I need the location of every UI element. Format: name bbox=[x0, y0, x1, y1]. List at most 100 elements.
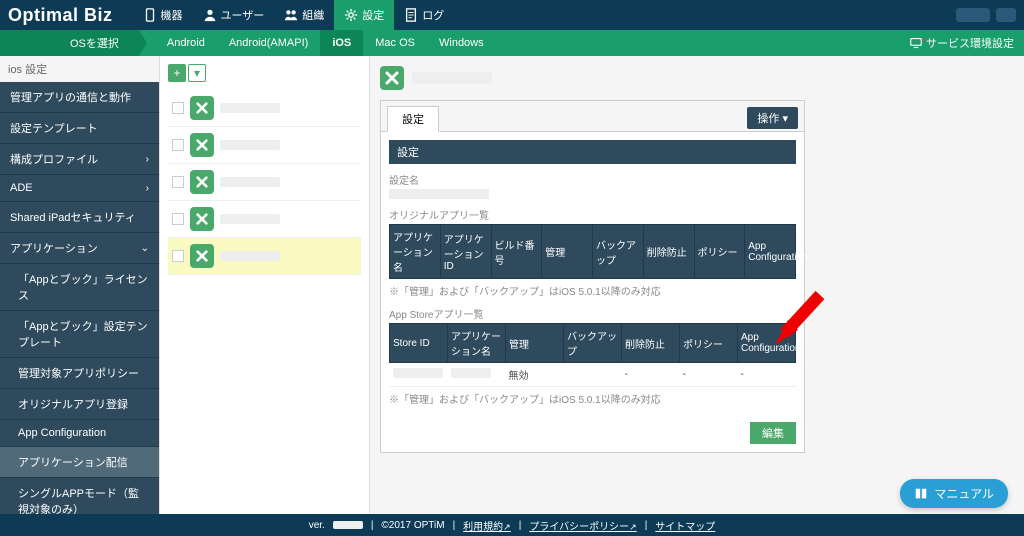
panel-title: 設定 bbox=[389, 140, 796, 164]
book-icon bbox=[914, 487, 928, 501]
sidebar-title: ios 設定 bbox=[0, 56, 159, 82]
profile-checkbox[interactable] bbox=[172, 139, 184, 151]
setting-name-label: 設定名 bbox=[389, 172, 796, 187]
footer: ver. | ©2017 OPTiM | 利用規約 | プライバシーポリシー |… bbox=[0, 514, 1024, 536]
nav-log[interactable]: ログ bbox=[394, 0, 454, 30]
profile-list-column: + ▾ bbox=[160, 56, 370, 514]
service-settings-link[interactable]: サービス環境設定 bbox=[910, 35, 1024, 51]
nav-device[interactable]: 機器 bbox=[133, 0, 193, 30]
nav-user[interactable]: ユーザー bbox=[193, 0, 275, 30]
panel-tab-bar: 設定 操作 ▾ bbox=[381, 101, 804, 132]
footer-privacy-link[interactable]: プライバシーポリシー bbox=[529, 518, 636, 533]
original-apps-title: オリジナルアプリ一覧 bbox=[389, 207, 796, 222]
operations-button[interactable]: 操作 ▾ bbox=[747, 107, 798, 129]
sidebar: ios 設定 管理アプリの通信と動作設定テンプレート構成プロファイル›ADE›S… bbox=[0, 56, 160, 514]
col-header: 管理 bbox=[542, 225, 593, 279]
profile-checkbox[interactable] bbox=[172, 250, 184, 262]
app-name-cell bbox=[451, 368, 491, 378]
nav-gear[interactable]: 設定 bbox=[334, 0, 394, 30]
app-icon bbox=[380, 66, 404, 90]
col-header: ポリシー bbox=[694, 225, 745, 279]
col-header: 削除防止 bbox=[643, 225, 694, 279]
top-nav: 機器ユーザー組織設定ログ bbox=[133, 0, 455, 30]
sidebar-item[interactable]: シングルAPPモード（監視対象のみ） bbox=[0, 478, 159, 514]
edit-button[interactable]: 編集 bbox=[750, 422, 796, 444]
profile-checkbox[interactable] bbox=[172, 213, 184, 225]
account-pill[interactable] bbox=[956, 8, 990, 22]
profile-name bbox=[220, 251, 280, 261]
log-icon bbox=[404, 8, 418, 22]
sidebar-item[interactable]: ADE› bbox=[0, 175, 159, 202]
col-header: 管理 bbox=[506, 324, 564, 363]
tab-settings[interactable]: 設定 bbox=[387, 106, 439, 132]
profile-name bbox=[220, 103, 280, 113]
main-header bbox=[380, 66, 1014, 90]
top-bar: Optimal Biz 機器ユーザー組織設定ログ bbox=[0, 0, 1024, 30]
monitor-icon bbox=[910, 37, 922, 49]
profile-name bbox=[220, 214, 280, 224]
sidebar-item[interactable]: Shared iPadセキュリティ bbox=[0, 202, 159, 233]
os-tab-ios[interactable]: iOS bbox=[320, 30, 363, 56]
settings-panel: 設定 操作 ▾ 設定 設定名 オリジナルアプリ一覧 アプリケーション名アプリケー… bbox=[380, 100, 805, 453]
profile-checkbox[interactable] bbox=[172, 102, 184, 114]
manage-cell: 無効 bbox=[506, 363, 564, 387]
main-column: 設定 操作 ▾ 設定 設定名 オリジナルアプリ一覧 アプリケーション名アプリケー… bbox=[370, 56, 1024, 514]
col-header: 削除防止 bbox=[622, 324, 680, 363]
footer-version bbox=[333, 521, 363, 529]
account-pill-2[interactable] bbox=[996, 8, 1016, 22]
sidebar-item[interactable]: 構成プロファイル› bbox=[0, 144, 159, 175]
sidebar-item[interactable]: 設定テンプレート bbox=[0, 113, 159, 144]
sidebar-item[interactable]: 管理アプリの通信と動作 bbox=[0, 82, 159, 113]
delete-cell: - bbox=[622, 363, 680, 387]
sidebar-item[interactable]: 管理対象アプリポリシー bbox=[0, 358, 159, 389]
external-icon bbox=[503, 522, 511, 533]
footer-sitemap-link[interactable]: サイトマップ bbox=[655, 518, 715, 533]
col-header: ポリシー bbox=[680, 324, 738, 363]
store-id-cell bbox=[393, 368, 443, 378]
chevron-icon: ⌄ bbox=[141, 243, 149, 254]
os-tab-macos[interactable]: Mac OS bbox=[363, 30, 427, 56]
profile-row[interactable] bbox=[168, 90, 361, 127]
nav-org[interactable]: 組織 bbox=[274, 0, 334, 30]
org-icon bbox=[284, 8, 298, 22]
topbar-right bbox=[956, 8, 1016, 22]
os-tab-androidamapi[interactable]: Android(AMAPI) bbox=[217, 30, 320, 56]
manual-button[interactable]: マニュアル bbox=[900, 479, 1008, 508]
device-icon bbox=[143, 8, 157, 22]
profile-row[interactable] bbox=[168, 238, 361, 275]
sidebar-item[interactable]: オリジナルアプリ登録 bbox=[0, 389, 159, 420]
app-icon bbox=[190, 133, 214, 157]
app-icon bbox=[190, 244, 214, 268]
profile-checkbox[interactable] bbox=[172, 176, 184, 188]
gear-icon bbox=[344, 8, 358, 22]
store-apps-title: App Storeアプリ一覧 bbox=[389, 306, 796, 321]
os-tab-android[interactable]: Android bbox=[155, 30, 217, 56]
col-header: Store ID bbox=[390, 324, 448, 363]
backup-cell bbox=[564, 363, 622, 387]
sidebar-item[interactable]: App Configuration bbox=[0, 420, 159, 447]
sidebar-item[interactable]: 「Appとブック」ライセンス bbox=[0, 264, 159, 311]
col-header: バックアップ bbox=[564, 324, 622, 363]
table-row: 無効 - - - bbox=[390, 363, 796, 387]
profile-row[interactable] bbox=[168, 127, 361, 164]
os-tab-windows[interactable]: Windows bbox=[427, 30, 496, 56]
chevron-icon: › bbox=[146, 183, 149, 194]
profile-row[interactable] bbox=[168, 201, 361, 238]
original-note: ※「管理」および「バックアップ」はiOS 5.0.1以降のみ対応 bbox=[389, 283, 796, 298]
profile-list-toolbar: + ▾ bbox=[168, 64, 361, 82]
sidebar-item[interactable]: アプリケーション配信 bbox=[0, 447, 159, 478]
sidebar-item[interactable]: アプリケーション⌄ bbox=[0, 233, 159, 264]
profile-row[interactable] bbox=[168, 164, 361, 201]
footer-version-label: ver. bbox=[309, 520, 325, 531]
sidebar-item[interactable]: 「Appとブック」設定テンプレート bbox=[0, 311, 159, 358]
os-select[interactable]: OSを選択 bbox=[0, 30, 139, 56]
profile-menu-button[interactable]: ▾ bbox=[188, 64, 206, 82]
col-header: App Configuration bbox=[745, 225, 796, 279]
user-icon bbox=[203, 8, 217, 22]
col-header: ビルド番号 bbox=[491, 225, 542, 279]
app-icon bbox=[190, 96, 214, 120]
store-note: ※「管理」および「バックアップ」はiOS 5.0.1以降のみ対応 bbox=[389, 391, 796, 406]
sub-bar: OSを選択 AndroidAndroid(AMAPI)iOSMac OSWind… bbox=[0, 30, 1024, 56]
footer-terms-link[interactable]: 利用規約 bbox=[463, 518, 511, 533]
add-profile-button[interactable]: + bbox=[168, 64, 186, 82]
